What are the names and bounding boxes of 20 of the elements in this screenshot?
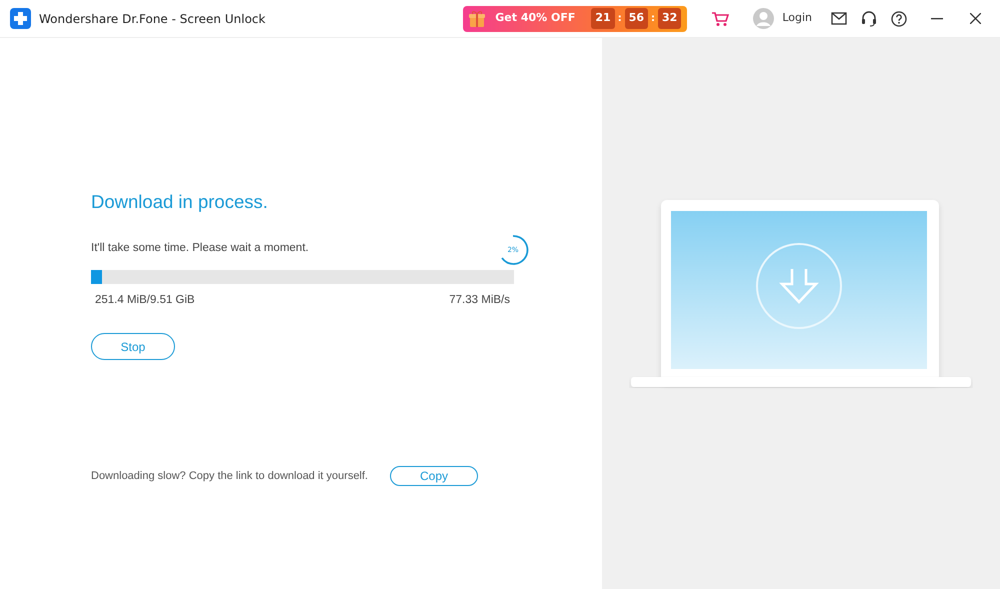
gift-icon <box>467 8 488 28</box>
slow-download-message: Downloading slow? Copy the link to download it yourself. <box>91 468 368 484</box>
login-button[interactable]: Login <box>782 10 812 27</box>
wait-message: It'll take some time. Please wait a moment. <box>91 240 309 256</box>
download-speed: 77.33 MiB/s <box>449 292 510 308</box>
time-separator: : <box>651 12 655 26</box>
promo-label: Get 40% OFF <box>495 10 576 26</box>
window-title: Wondershare Dr.Fone - Screen Unlock <box>39 10 266 28</box>
downloaded-size: 251.4 MiB/9.51 GiB <box>95 292 195 308</box>
status-heading: Download in process. <box>91 190 269 214</box>
app-logo-icon <box>10 8 31 29</box>
countdown-digit: 21 <box>591 8 615 29</box>
time-separator: : <box>618 12 622 26</box>
countdown-digit: 56 <box>624 8 648 29</box>
avatar-icon <box>753 8 774 29</box>
promo-banner[interactable]: Get 40% OFF 21 : 56 : 32 <box>463 6 688 32</box>
cart-icon[interactable] <box>711 10 730 26</box>
stop-button[interactable]: Stop <box>91 333 175 360</box>
copy-button[interactable]: Copy <box>390 466 478 486</box>
countdown-digit: 32 <box>658 8 682 29</box>
